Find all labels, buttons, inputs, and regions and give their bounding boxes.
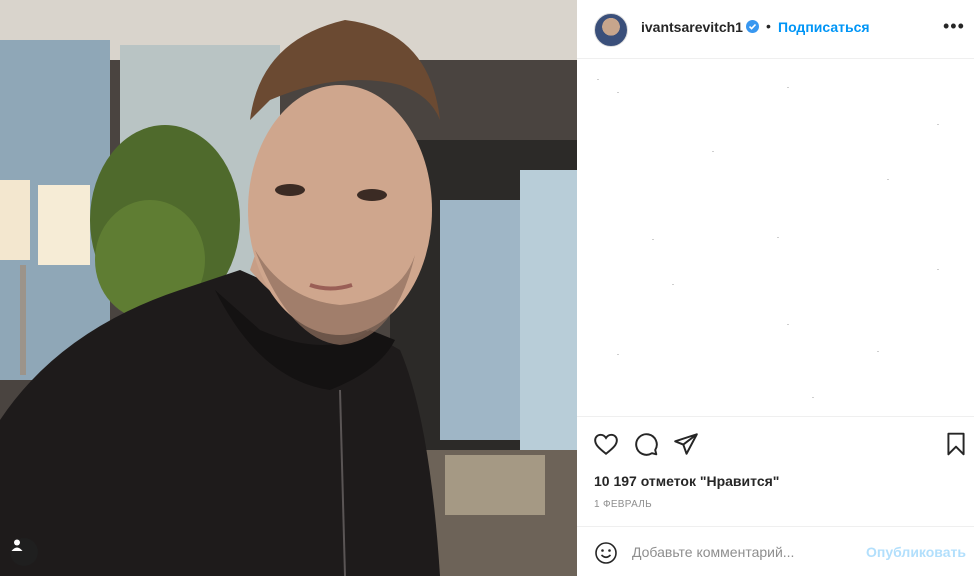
- follow-button[interactable]: Подписаться: [778, 19, 870, 35]
- post-photo[interactable]: [0, 0, 577, 576]
- likes-count[interactable]: 10 197 отметок "Нравится": [594, 473, 779, 489]
- comment-bar: Опубликовать: [577, 526, 974, 577]
- heart-icon[interactable]: [593, 431, 619, 457]
- more-options-icon[interactable]: •••: [943, 16, 965, 37]
- photo-image: [0, 0, 577, 576]
- emoji-icon[interactable]: [594, 541, 618, 565]
- post-header: ivantsarevitch1 • Подписаться •••: [577, 0, 974, 59]
- post-actions: 10 197 отметок "Нравится" 1 ФЕВРАЛЬ: [577, 416, 974, 527]
- send-icon[interactable]: [673, 431, 699, 457]
- avatar[interactable]: [594, 13, 628, 47]
- bookmark-icon[interactable]: [943, 431, 969, 457]
- comment-input[interactable]: [632, 541, 857, 563]
- publish-button[interactable]: Опубликовать: [866, 544, 966, 560]
- header-separator: •: [766, 18, 771, 34]
- comment-icon[interactable]: [633, 431, 659, 457]
- user-tag-icon[interactable]: [10, 538, 38, 566]
- verified-badge-icon: [746, 20, 759, 38]
- caption-area: [577, 59, 974, 415]
- post-side-panel: ivantsarevitch1 • Подписаться ••• 10 197…: [577, 0, 974, 576]
- post-date[interactable]: 1 ФЕВРАЛЬ: [594, 499, 652, 510]
- username-link[interactable]: ivantsarevitch1: [641, 19, 743, 35]
